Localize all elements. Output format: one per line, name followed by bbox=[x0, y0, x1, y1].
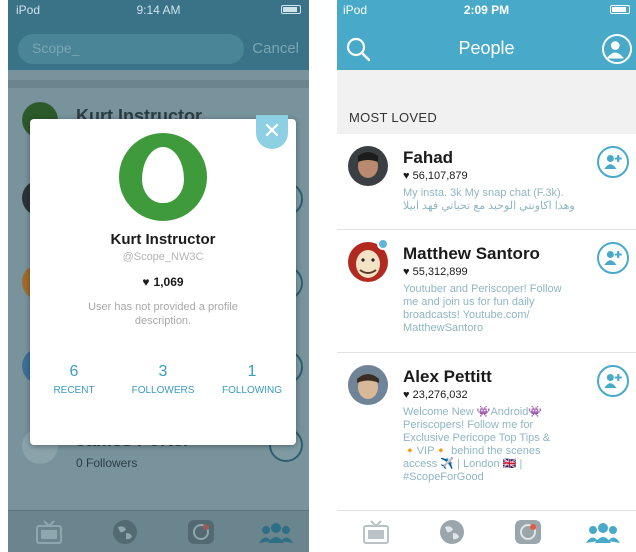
hearts-count: ♥ 23,276,032 bbox=[403, 389, 468, 401]
avatar bbox=[348, 146, 388, 186]
battery-icon bbox=[610, 5, 630, 14]
follow-button[interactable] bbox=[597, 242, 629, 274]
status-bar: iPod 2:09 PM bbox=[337, 0, 636, 20]
app-header: iPod 2:09 PM People bbox=[337, 0, 636, 70]
tab-bar bbox=[337, 510, 636, 552]
globe-icon[interactable] bbox=[110, 519, 140, 545]
list-item[interactable]: Matthew Santoro ♥ 55,312,899 Youtuber an… bbox=[337, 230, 636, 353]
search-bar: Scope_ Cancel bbox=[8, 20, 309, 70]
hearts-value: 55,312,899 bbox=[412, 266, 468, 278]
right-screen: iPod 2:09 PM People MOST LOVED Fahad ♥ 5… bbox=[337, 0, 636, 552]
heart-icon: ♥ bbox=[403, 266, 410, 278]
stat-value: 3 bbox=[158, 363, 168, 380]
list-separator bbox=[8, 80, 309, 88]
camera-icon[interactable] bbox=[186, 519, 216, 545]
verified-badge bbox=[377, 238, 389, 250]
profile-modal: ✕ Kurt Instructor @Scope_NW3C ♥ 1,069 Use… bbox=[30, 115, 296, 445]
user-name: Alex Pettitt bbox=[403, 367, 492, 386]
camera-icon[interactable] bbox=[513, 519, 543, 545]
hearts-value: 23,276,032 bbox=[412, 389, 468, 401]
stat-followers[interactable]: 3 FOLLOWERS bbox=[123, 363, 203, 396]
user-name: Fahad bbox=[403, 148, 454, 167]
follower-count: 0 Followers bbox=[76, 456, 138, 470]
avatar bbox=[119, 133, 207, 221]
people-icon[interactable] bbox=[583, 519, 623, 545]
battery-icon bbox=[281, 5, 301, 14]
heart-icon: ♥ bbox=[142, 275, 150, 289]
profile-description: User has not provided a profile descript… bbox=[88, 301, 238, 327]
stat-recent[interactable]: 6 RECENT bbox=[34, 363, 114, 396]
status-time: 9:14 AM bbox=[136, 3, 181, 17]
profile-name: Kurt Instructor bbox=[110, 231, 216, 248]
stat-following[interactable]: 1 FOLLOWING bbox=[212, 363, 292, 396]
hearts-value: 1,069 bbox=[153, 275, 184, 289]
user-bio: Youtuber and Periscoper! Follow me and j… bbox=[403, 283, 562, 334]
heart-icon: ♥ bbox=[403, 389, 410, 401]
left-screen: iPod 9:14 AM Scope_ Cancel Kurt Instruct… bbox=[8, 0, 309, 552]
close-icon[interactable]: ✕ bbox=[256, 115, 288, 149]
cancel-button[interactable]: Cancel bbox=[252, 40, 299, 57]
stat-value: 1 bbox=[247, 363, 257, 380]
people-icon[interactable] bbox=[258, 519, 294, 545]
list-item[interactable]: Fahad ♥ 56,107,879 My insta. 3k My snap … bbox=[337, 134, 636, 230]
profile-icon[interactable] bbox=[602, 34, 632, 64]
status-time: 2:09 PM bbox=[463, 3, 510, 17]
user-bio: Welcome New 👾Android👾 Periscopers! Follo… bbox=[403, 406, 551, 483]
tv-icon[interactable] bbox=[361, 519, 391, 545]
status-bar: iPod 9:14 AM bbox=[8, 0, 309, 20]
hearts-count: ♥ 56,107,879 bbox=[403, 170, 468, 182]
follow-button[interactable] bbox=[597, 365, 629, 397]
hearts-count: ♥ 55,312,899 bbox=[403, 266, 468, 278]
stat-value: 6 bbox=[69, 363, 79, 380]
list-item[interactable]: Alex Pettitt ♥ 23,276,032 Welcome New 👾A… bbox=[337, 353, 636, 510]
section-label: MOST LOVED bbox=[349, 110, 438, 125]
heart-icon: ♥ bbox=[403, 170, 410, 182]
stat-label: FOLLOWING bbox=[221, 385, 282, 396]
avatar bbox=[348, 365, 388, 405]
tab-bar bbox=[8, 510, 309, 552]
stat-label: RECENT bbox=[53, 385, 95, 396]
tv-icon[interactable] bbox=[34, 519, 64, 545]
hearts-value: 56,107,879 bbox=[412, 170, 468, 182]
stat-label: FOLLOWERS bbox=[131, 385, 195, 396]
profile-handle: @Scope_NW3C bbox=[122, 251, 204, 263]
user-name: Matthew Santoro bbox=[403, 244, 540, 263]
follow-button[interactable] bbox=[597, 146, 629, 178]
search-input[interactable]: Scope_ bbox=[18, 34, 244, 64]
page-title: People bbox=[458, 38, 515, 58]
egg-icon bbox=[142, 147, 184, 203]
user-bio: My insta. 3k My snap chat (F.3k). وهذا ا… bbox=[403, 187, 575, 212]
globe-icon[interactable] bbox=[437, 519, 467, 545]
hearts-count: ♥ 1,069 bbox=[30, 275, 296, 289]
